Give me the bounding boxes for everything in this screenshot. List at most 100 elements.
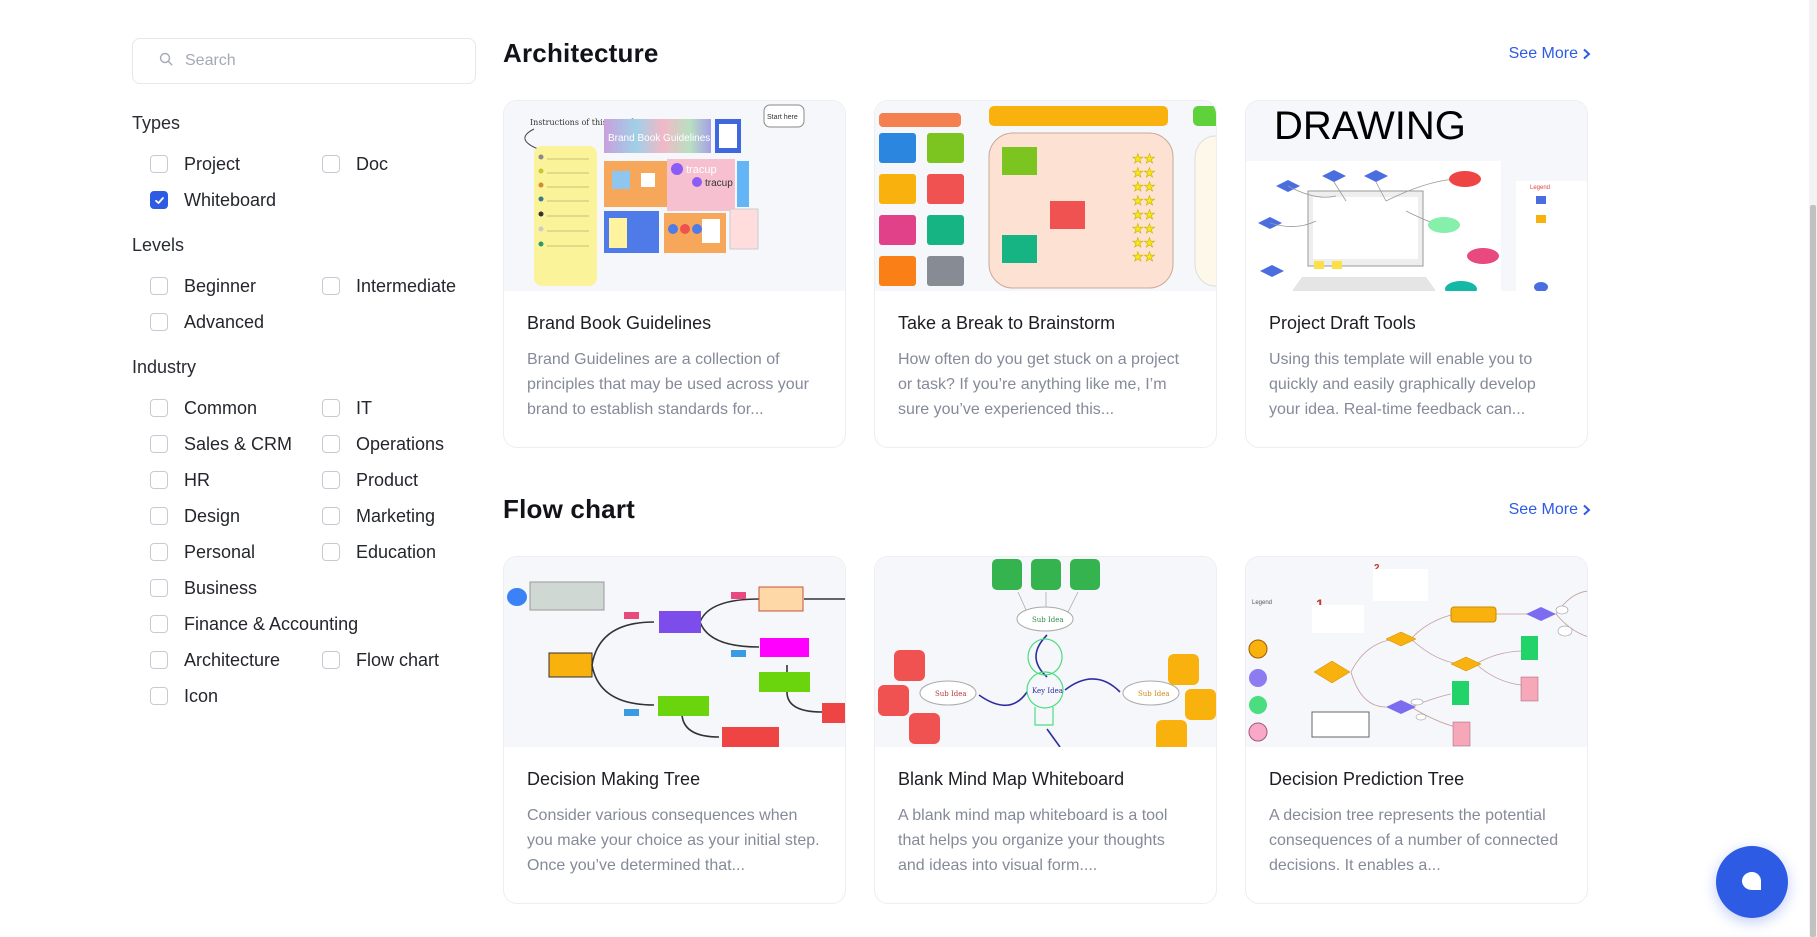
template-card[interactable]: Decision Making Tree Consider various co… [503,556,846,904]
checkbox[interactable] [150,579,168,597]
checkbox[interactable] [150,435,168,453]
chevron-right-icon [1583,48,1591,59]
card-thumbnail: Sub Idea Key Idea Sub Idea Sub Idea [875,557,1216,747]
decision-making-tree-preview [504,557,845,747]
checkbox[interactable] [150,615,168,633]
star-rating-graphic: ★★ ★★ ★★ ★★ ★★ ★★ ★★ ★★ [1132,151,1156,265]
card-thumbnail: ★★ ★★ ★★ ★★ ★★ ★★ ★★ ★★ [875,101,1216,291]
filter-whiteboard[interactable]: Whiteboard [150,182,494,218]
card-title: Take a Break to Brainstorm [898,313,1116,333]
filter-common[interactable]: Common [150,390,322,426]
card-title: Decision Making Tree [527,769,701,789]
industry-heading: Industry [132,357,197,377]
svg-text:Brand Book Guidelines: Brand Book Guidelines [608,133,710,144]
checkbox[interactable] [150,313,168,331]
template-card[interactable]: Instructions of this Template: Brand Boo… [503,100,846,448]
see-more-link[interactable]: See More [1509,501,1591,519]
checkbox[interactable] [322,543,340,561]
search-input[interactable] [185,52,445,70]
filter-icon[interactable]: Icon [150,678,494,714]
filter-it[interactable]: IT [322,390,494,426]
svg-text:★★: ★★ [1132,193,1155,208]
checkbox[interactable] [322,435,340,453]
template-card[interactable]: DRAWING Legend Project Draft Tools Using… [1245,100,1588,448]
filter-marketing[interactable]: Marketing [322,498,494,534]
template-card[interactable]: Legend 1 2 Decision Prediction Tree A de… [1245,556,1588,904]
svg-text:★★: ★★ [1132,207,1155,222]
checkbox[interactable] [322,651,340,669]
levels-options: Beginner Intermediate Advanced [150,268,476,340]
filter-finance-accounting[interactable]: Finance & Accounting [150,606,494,642]
checkbox[interactable] [150,687,168,705]
template-card[interactable]: ★★ ★★ ★★ ★★ ★★ ★★ ★★ ★★ Take a Break to … [874,100,1217,448]
filter-hr[interactable]: HR [150,462,322,498]
svg-text:DRAWING: DRAWING [1274,104,1466,148]
checkbox[interactable] [150,277,168,295]
checkbox[interactable] [322,399,340,417]
scrollbar-thumb[interactable] [1810,205,1816,937]
types-heading: Types [132,113,181,133]
brand-book-preview: Instructions of this Template: Brand Boo… [504,101,845,291]
svg-text:★★: ★★ [1132,165,1155,180]
checkbox[interactable] [150,507,168,525]
svg-text:★★: ★★ [1132,221,1155,236]
filter-sales-crm[interactable]: Sales & CRM [150,426,322,462]
filter-advanced[interactable]: Advanced [150,304,494,340]
checkbox[interactable] [322,277,340,295]
card-title: Blank Mind Map Whiteboard [898,769,1125,789]
section-architecture-header: Architecture See More [503,38,1591,69]
levels-heading: Levels [132,235,185,255]
checkbox[interactable] [150,155,168,173]
architecture-card-grid: Instructions of this Template: Brand Boo… [503,100,1588,448]
checkbox[interactable] [150,399,168,417]
checkbox[interactable] [150,651,168,669]
filter-operations[interactable]: Operations [322,426,494,462]
checkbox[interactable] [150,471,168,489]
svg-text:tracup: tracup [686,164,717,176]
svg-text:★★: ★★ [1132,235,1155,250]
flow-chart-card-grid: Decision Making Tree Consider various co… [503,556,1588,904]
mind-map-preview: Sub Idea Key Idea Sub Idea Sub Idea [875,557,1216,747]
project-draft-preview: DRAWING Legend [1246,101,1587,291]
card-thumbnail: Instructions of this Template: Brand Boo… [504,101,845,291]
filter-education[interactable]: Education [322,534,494,570]
checkbox[interactable] [322,471,340,489]
see-more-link[interactable]: See More [1509,45,1591,63]
filter-architecture[interactable]: Architecture [150,642,322,678]
filter-beginner[interactable]: Beginner [150,268,322,304]
filter-design[interactable]: Design [150,498,322,534]
template-card[interactable]: Sub Idea Key Idea Sub Idea Sub Idea Blan… [874,556,1217,904]
svg-text:Sub Idea: Sub Idea [1138,690,1170,698]
svg-text:★★: ★★ [1132,151,1155,166]
card-description: A blank mind map whiteboard is a tool th… [898,807,1168,874]
svg-text:Start here: Start here [767,114,798,121]
checkbox[interactable] [150,543,168,561]
checkbox-checked[interactable] [150,191,168,209]
svg-text:Legend: Legend [1252,600,1272,606]
card-description: How often do you get stuck on a project … [898,351,1180,418]
types-options: Project Doc Whiteboard [150,146,476,218]
filter-business[interactable]: Business [150,570,494,606]
check-icon [154,196,164,204]
card-title: Decision Prediction Tree [1269,769,1465,789]
checkbox[interactable] [322,507,340,525]
brainstorm-preview: ★★ ★★ ★★ ★★ ★★ ★★ ★★ ★★ [875,101,1216,291]
svg-text:★★: ★★ [1132,249,1155,264]
filter-intermediate[interactable]: Intermediate [322,268,494,304]
section-title: Flow chart [503,494,636,524]
filter-sidebar: Types Project Doc Whiteboard Levels Begi… [132,38,476,714]
card-thumbnail: DRAWING Legend [1246,101,1587,291]
chat-button[interactable] [1716,846,1788,918]
filter-product[interactable]: Product [322,462,494,498]
filter-personal[interactable]: Personal [150,534,322,570]
decision-prediction-tree-preview: Legend 1 2 [1246,557,1587,747]
search-icon [159,52,173,71]
card-title: Brand Book Guidelines [527,313,712,333]
checkbox[interactable] [322,155,340,173]
card-description: Consider various consequences when you m… [527,807,820,874]
filter-flow-chart[interactable]: Flow chart [322,642,494,678]
filter-doc[interactable]: Doc [322,146,494,182]
svg-text:tracup: tracup [705,178,733,189]
search-box[interactable] [132,38,476,84]
filter-project[interactable]: Project [150,146,322,182]
